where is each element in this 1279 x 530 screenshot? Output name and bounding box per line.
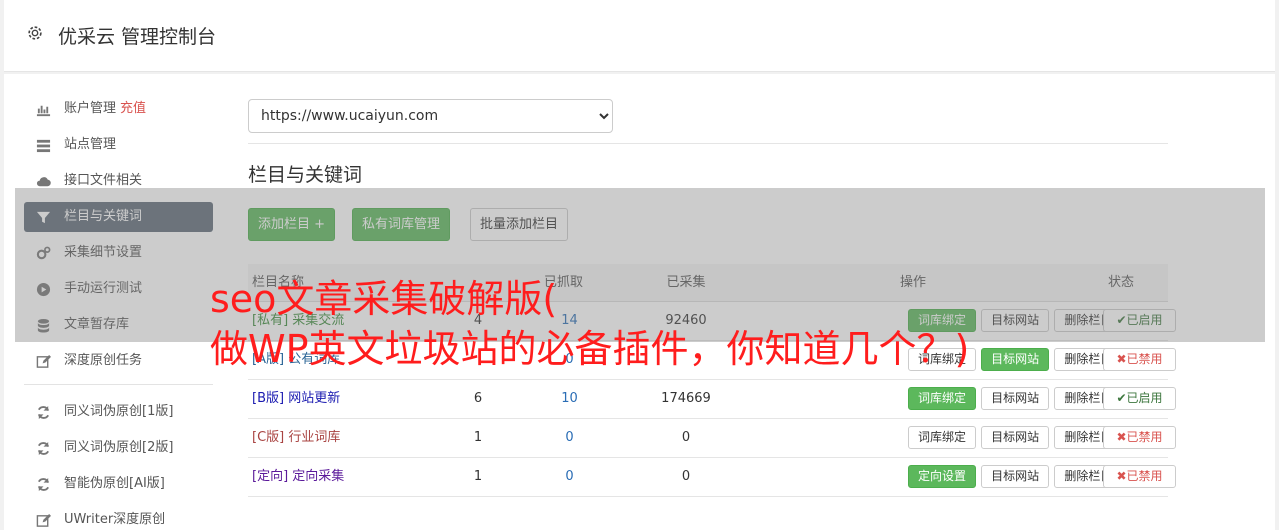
sidebar-item-synonym-v1[interactable]: 同义词伪原创[1版] bbox=[24, 397, 213, 427]
sidebar-item-deep-original[interactable]: 深度原创任务 bbox=[24, 346, 213, 376]
bind-lib-button[interactable]: 词库绑定 bbox=[908, 387, 977, 410]
status-cell: ✔已启用 bbox=[1103, 380, 1176, 418]
sidebar-divider bbox=[24, 384, 213, 385]
column-name-cell[interactable]: [B版] 网站更新 bbox=[252, 380, 340, 418]
refresh-icon bbox=[37, 441, 50, 456]
sidebar-item-label: 深度原创任务 bbox=[64, 353, 143, 368]
sidebar-item-sites[interactable]: 站点管理 bbox=[24, 130, 213, 160]
count-collected: 174669 bbox=[661, 391, 711, 406]
sidebar-item-label: UWriter深度原创 bbox=[64, 512, 166, 527]
column-name: 定向采集 bbox=[292, 469, 345, 484]
sidebar-item-uwriter[interactable]: UWriter深度原创 bbox=[24, 505, 213, 530]
edit-icon bbox=[36, 513, 51, 527]
recharge-link[interactable]: 充值 bbox=[120, 101, 146, 116]
count-a: 6 bbox=[473, 391, 483, 406]
app-header: 优采云 管理控制台 bbox=[4, 0, 1275, 72]
sidebar-item-label: 智能伪原创[AI版] bbox=[64, 476, 165, 491]
refresh-icon bbox=[37, 477, 50, 492]
table-row: [定向] 定向采集 1 0 0 定向设置 目标网站 删除栏目 ✖已禁用 bbox=[248, 458, 1176, 497]
refresh-icon bbox=[37, 405, 50, 420]
count-a: 1 bbox=[473, 469, 483, 484]
table-row: [C版] 行业词库 1 0 0 词库绑定 目标网站 删除栏目 ✖已禁用 bbox=[248, 419, 1176, 458]
sidebar-item-account[interactable]: 账户管理 充值 bbox=[24, 94, 213, 124]
count-fetched[interactable]: 0 bbox=[553, 419, 586, 457]
bar-chart-icon bbox=[36, 105, 51, 117]
overlay-caption: seo文章采集破解版( 做WP英文垃圾站的必备插件，你知道几个？) bbox=[210, 274, 1275, 374]
column-tag: [B版] bbox=[252, 391, 285, 406]
column-name: 行业词库 bbox=[288, 430, 341, 445]
app-title: 优采云 管理控制台 bbox=[58, 26, 217, 48]
column-name-cell[interactable]: [C版] 行业词库 bbox=[252, 419, 340, 457]
status-cell: ✖已禁用 bbox=[1103, 419, 1176, 457]
sidebar-item-synonym-v2[interactable]: 同义词伪原创[2版] bbox=[24, 433, 213, 463]
site-select-wrap: https://www.ucaiyun.com bbox=[248, 99, 1168, 133]
column-name: 网站更新 bbox=[288, 391, 341, 406]
sidebar-item-label: 同义词伪原创[1版] bbox=[64, 404, 174, 419]
target-site-button[interactable]: 目标网站 bbox=[981, 465, 1050, 488]
column-name-cell[interactable]: [定向] 定向采集 bbox=[252, 458, 344, 496]
bind-lib-button[interactable]: 词库绑定 bbox=[908, 426, 977, 449]
column-tag: [定向] bbox=[252, 469, 289, 484]
cloud-upload-icon bbox=[36, 177, 51, 187]
site-select[interactable]: https://www.ucaiyun.com bbox=[248, 99, 613, 133]
row-actions: 词库绑定 目标网站 删除栏目 bbox=[908, 380, 1123, 418]
close-icon: ✖ bbox=[1116, 430, 1127, 444]
gear-icon bbox=[28, 26, 42, 40]
edit-icon bbox=[36, 354, 51, 368]
count-collected: 0 bbox=[681, 430, 691, 445]
column-tag: [C版] bbox=[252, 430, 285, 445]
table-row: [B版] 网站更新 6 10 174669 词库绑定 目标网站 删除栏目 ✔已启… bbox=[248, 380, 1176, 419]
count-collected: 0 bbox=[681, 469, 691, 484]
directed-settings-button[interactable]: 定向设置 bbox=[908, 465, 977, 488]
status-badge[interactable]: ✔已启用 bbox=[1103, 387, 1176, 410]
target-site-button[interactable]: 目标网站 bbox=[981, 387, 1050, 410]
target-site-button[interactable]: 目标网站 bbox=[981, 426, 1050, 449]
check-icon: ✔ bbox=[1116, 391, 1127, 405]
count-fetched[interactable]: 0 bbox=[553, 458, 586, 496]
sidebar-item-label: 接口文件相关 bbox=[64, 173, 143, 188]
section-title: 栏目与关键词 bbox=[248, 164, 363, 186]
status-label: 已禁用 bbox=[1126, 469, 1163, 483]
count-fetched[interactable]: 10 bbox=[553, 380, 586, 418]
overlay-caption-line1: seo文章采集破解版( bbox=[210, 277, 558, 321]
status-label: 已启用 bbox=[1126, 391, 1163, 405]
row-actions: 词库绑定 目标网站 删除栏目 bbox=[908, 419, 1123, 457]
overlay-caption-line2: 做WP英文垃圾站的必备插件，你知道几个？) bbox=[210, 327, 970, 371]
status-cell: ✖已禁用 bbox=[1103, 458, 1176, 496]
server-icon bbox=[36, 139, 51, 153]
count-a: 1 bbox=[473, 430, 483, 445]
section-divider bbox=[248, 143, 1168, 144]
close-icon: ✖ bbox=[1116, 469, 1127, 483]
row-actions: 定向设置 目标网站 删除栏目 bbox=[908, 458, 1123, 496]
sidebar-item-label: 同义词伪原创[2版] bbox=[64, 440, 174, 455]
sidebar-item-label: 站点管理 bbox=[64, 137, 117, 152]
sidebar-item-label: 账户管理 bbox=[64, 101, 117, 116]
status-label: 已禁用 bbox=[1126, 430, 1163, 444]
sidebar-item-ai-rewrite[interactable]: 智能伪原创[AI版] bbox=[24, 469, 213, 499]
status-badge[interactable]: ✖已禁用 bbox=[1103, 426, 1176, 449]
status-badge[interactable]: ✖已禁用 bbox=[1103, 465, 1176, 488]
